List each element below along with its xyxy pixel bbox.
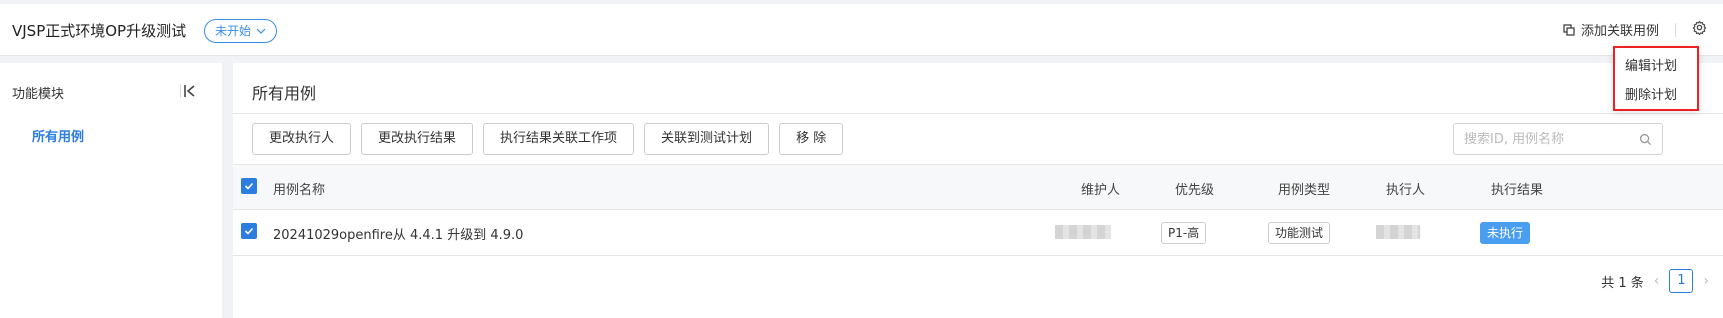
case-type-tag: 功能测试 <box>1268 222 1331 244</box>
toolbar: 更改执行人 更改执行结果 执行结果关联工作项 关联到测试计划 移 除 <box>252 123 844 155</box>
next-page-icon[interactable]: › <box>1703 273 1709 289</box>
select-all-checkbox[interactable] <box>241 178 257 194</box>
column-header-priority: 优先级 <box>1175 183 1215 198</box>
case-name[interactable]: 20241029openfire从 4.4.1 升级到 4.9.0 <box>273 224 523 243</box>
row-checkbox[interactable] <box>241 223 257 239</box>
column-header-executor: 执行人 <box>1386 183 1426 198</box>
sidebar-title: 功能模块 <box>12 87 65 102</box>
column-header-result: 执行结果 <box>1491 183 1544 198</box>
remove-button[interactable]: 移 除 <box>779 123 844 155</box>
table-row[interactable]: 20241029openfire从 4.4.1 升级到 4.9.0 P1-高 功… <box>233 210 1723 256</box>
prev-page-icon[interactable]: ‹ <box>1654 273 1660 289</box>
status-label: 未开始 <box>215 24 252 38</box>
section-title: 所有用例 <box>252 84 317 103</box>
divider <box>233 113 1723 114</box>
page-title: VJSP正式环境OP升级测试 <box>12 22 187 40</box>
menu-item-edit-plan[interactable]: 编辑计划 <box>1625 55 1677 74</box>
page-button-1[interactable]: 1 <box>1669 269 1694 293</box>
priority-tag: P1-高 <box>1161 222 1207 244</box>
column-header-name: 用例名称 <box>273 183 326 198</box>
maintainer-avatar-blurred <box>1055 225 1111 239</box>
link-icon <box>1563 23 1575 36</box>
collapse-sidebar-button[interactable] <box>180 81 200 101</box>
link-test-plan-button[interactable]: 关联到测试计划 <box>644 123 770 155</box>
main-panel: 所有用例 更改执行人 更改执行结果 执行结果关联工作项 关联到测试计划 移 除 … <box>233 63 1723 318</box>
column-header-type: 用例类型 <box>1278 183 1331 198</box>
status-dropdown[interactable]: 未开始 <box>204 19 278 43</box>
check-icon <box>244 182 254 190</box>
search-box <box>1453 123 1663 155</box>
change-executor-button[interactable]: 更改执行人 <box>252 123 352 155</box>
divider <box>1675 22 1676 37</box>
check-icon <box>244 227 254 235</box>
sidebar-item-all-cases[interactable]: 所有用例 <box>32 126 84 145</box>
search-icon[interactable] <box>1639 133 1652 146</box>
executor-avatar-blurred <box>1376 225 1420 239</box>
pagination: 共 1 条 ‹ 1 › <box>1601 269 1709 293</box>
column-header-maintainer: 维护人 <box>1081 183 1121 198</box>
collapse-left-icon <box>184 85 195 97</box>
add-related-case-button[interactable]: 添加关联用例 <box>1563 20 1659 39</box>
menu-item-delete-plan[interactable]: 删除计划 <box>1625 84 1677 103</box>
total-count: 共 1 条 <box>1601 275 1644 291</box>
search-input[interactable] <box>1464 131 1639 147</box>
add-related-case-label: 添加关联用例 <box>1580 24 1659 39</box>
gear-icon <box>1692 20 1707 36</box>
settings-dropdown-menu: 编辑计划 删除计划 <box>1613 46 1699 111</box>
top-header: VJSP正式环境OP升级测试 未开始 添加关联用例 <box>0 4 1723 56</box>
link-work-item-button[interactable]: 执行结果关联工作项 <box>483 123 635 155</box>
settings-button[interactable] <box>1692 20 1707 39</box>
result-badge[interactable]: 未执行 <box>1480 222 1531 244</box>
table-header: 用例名称 维护人 优先级 用例类型 执行人 执行结果 <box>233 164 1723 210</box>
chevron-down-icon <box>256 28 266 34</box>
change-result-button[interactable]: 更改执行结果 <box>361 123 474 155</box>
sidebar: 功能模块 所有用例 <box>0 63 222 318</box>
